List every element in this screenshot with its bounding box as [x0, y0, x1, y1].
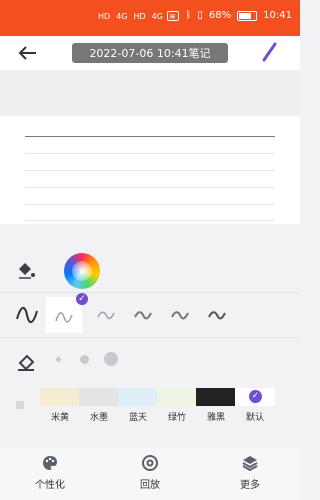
clock: 10:41 — [263, 10, 292, 21]
alarm-icon — [167, 10, 180, 21]
canvas-line — [25, 170, 275, 171]
selected-check-icon: ✓ — [76, 293, 88, 305]
bottom-nav: 个性化 回放 更多 — [0, 448, 300, 500]
swatch-label: 雅黑 — [206, 413, 225, 423]
selected-check-icon: ✓ — [249, 390, 262, 403]
signal-4g-1: 4G — [116, 12, 128, 21]
battery-percent: 68% — [208, 10, 232, 21]
brush-style-calligraphy-icon[interactable] — [88, 297, 124, 333]
swatch-label: 绿竹 — [167, 413, 186, 423]
swatch-yahei[interactable] — [196, 388, 236, 406]
brush-style-pen-icon[interactable] — [199, 297, 235, 333]
brush-style-marker-icon[interactable] — [162, 297, 198, 333]
top-bar: 2022-07-06 10:41笔记 — [0, 36, 300, 70]
eraser-size-row — [0, 338, 300, 383]
paint-bucket-icon — [19, 263, 35, 279]
status-right: ᛒ ▯ 68% 10:41 — [167, 10, 292, 21]
canvas-line — [25, 187, 275, 188]
toolbar-spacer — [0, 70, 300, 116]
swatch-lvzhu[interactable] — [157, 388, 197, 406]
nav-label: 个性化 — [35, 480, 65, 491]
eraser-size-medium[interactable] — [80, 355, 89, 364]
background-indicator-icon — [16, 401, 24, 409]
canvas-line — [25, 136, 275, 137]
layers-icon — [242, 456, 258, 472]
canvas-line — [25, 220, 275, 221]
note-title[interactable]: 2022-07-06 10:41笔记 — [72, 43, 228, 63]
color-wheel[interactable] — [64, 253, 100, 289]
fill-color-row — [0, 248, 300, 293]
canvas-line — [25, 153, 275, 154]
back-arrow-icon[interactable] — [16, 42, 40, 64]
brush-style-row: ✓ — [0, 293, 300, 338]
note-canvas[interactable] — [0, 116, 300, 224]
pen-icon[interactable] — [258, 40, 280, 64]
palette-icon — [43, 456, 57, 470]
background-swatch-row: 米黄 水墨 蓝天 绿竹 雅黑 ✓ 默认 — [0, 382, 300, 428]
bluetooth-icon: ᛒ — [185, 10, 192, 21]
eraser-size-large[interactable] — [104, 352, 118, 366]
swatch-shuimo[interactable] — [79, 388, 119, 406]
swatch-moren[interactable]: ✓ — [235, 388, 275, 406]
brush-style-pencil-icon[interactable] — [125, 297, 161, 333]
swatch-label: 默认 — [245, 413, 264, 423]
status-bar: HD 4G HD 4G ≋ ᛒ ▯ 68% 10:41 — [0, 0, 300, 36]
nav-more[interactable]: 更多 — [210, 454, 290, 491]
swatch-mihuang[interactable] — [40, 388, 80, 406]
nav-personalize[interactable]: 个性化 — [10, 454, 90, 491]
swatch-label: 水墨 — [89, 413, 108, 423]
swatch-lantian[interactable] — [118, 388, 158, 406]
swatch-label: 蓝天 — [128, 413, 147, 423]
signal-4g-2: 4G — [151, 12, 163, 21]
canvas-line — [25, 204, 275, 205]
swatch-label: 米黄 — [50, 413, 69, 423]
hd-indicator-2: HD — [133, 12, 146, 21]
brush-style-solid-icon[interactable] — [9, 297, 45, 333]
nav-label: 更多 — [240, 480, 260, 491]
hd-indicator-1: HD — [98, 12, 111, 21]
brush-style-thin[interactable]: ✓ — [46, 293, 88, 333]
network-indicators: HD 4G HD 4G ≋ — [98, 12, 176, 21]
nav-replay[interactable]: 回放 — [110, 454, 190, 491]
replay-icon — [142, 455, 158, 471]
eraser-icon — [18, 354, 35, 371]
eraser-size-small[interactable] — [56, 357, 61, 362]
nav-label: 回放 — [140, 480, 160, 491]
battery-icon — [237, 10, 258, 21]
vibrate-icon: ▯ — [197, 10, 203, 21]
